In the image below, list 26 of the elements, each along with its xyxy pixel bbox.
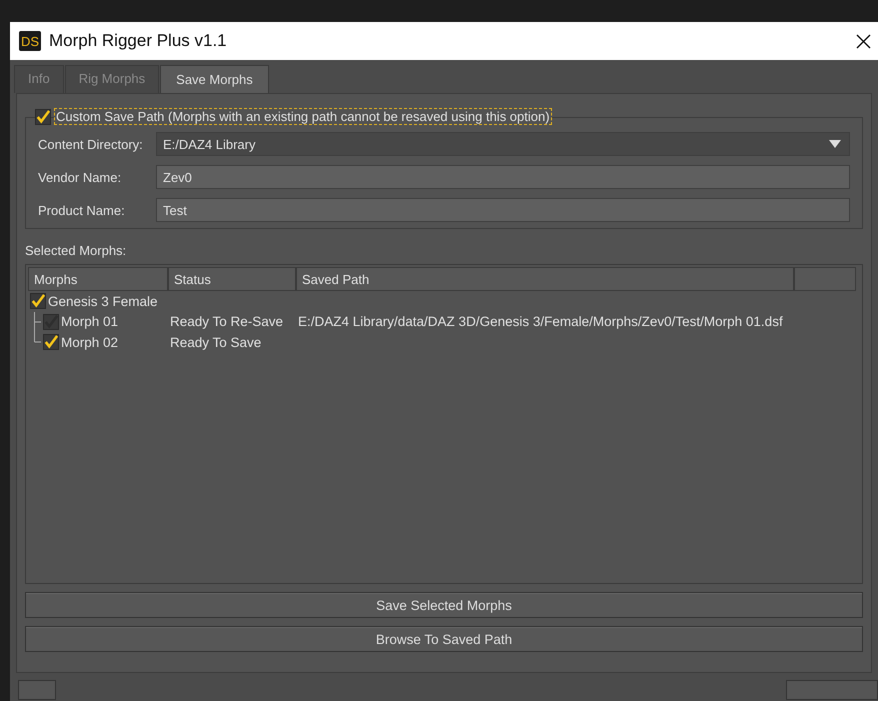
section-label: Selected Morphs:	[25, 243, 128, 258]
checkbox[interactable]	[43, 334, 59, 350]
tree-item[interactable]: Genesis 3 Female	[48, 294, 158, 309]
input-field[interactable]: Zev0	[156, 165, 850, 189]
button[interactable]: Save Selected Morphs	[25, 592, 863, 618]
dropdown-arrow-icon	[829, 140, 841, 148]
checkbox-label[interactable]: Custom Save Path (Morphs with an existing path cannot be resaved using this option)	[54, 108, 552, 125]
checkbox[interactable]	[30, 293, 46, 310]
close-icon[interactable]	[856, 34, 871, 48]
dropdown[interactable]: E:/DAZ4 Library	[156, 132, 850, 156]
field-label: Content Directory:	[38, 136, 144, 152]
input-field[interactable]: Test	[156, 198, 850, 222]
button[interactable]: Browse To Saved Path	[25, 626, 863, 652]
window-title: Morph Rigger Plus v1.1	[49, 31, 227, 51]
table-cell: E:/DAZ4 Library/data/DAZ 3D/Genesis 3/Female/Morphs/Zev0/Test/Morph 01.dsf	[298, 314, 783, 330]
field-label: Vendor Name:	[38, 170, 122, 184]
table-cell: Ready To Save	[170, 334, 262, 350]
tree-item[interactable]: Morph 02	[61, 334, 118, 350]
app-logo: DS	[19, 31, 41, 51]
column-header[interactable]: Morphs	[28, 267, 168, 291]
field-label: Product Name:	[38, 202, 126, 218]
column-header[interactable]: Saved Path	[296, 267, 794, 291]
tab[interactable]: Save Morphs	[160, 65, 269, 93]
column-header[interactable]: Status	[168, 267, 296, 291]
table-cell: Ready To Re-Save	[170, 314, 284, 330]
checkbox[interactable]	[35, 108, 51, 124]
